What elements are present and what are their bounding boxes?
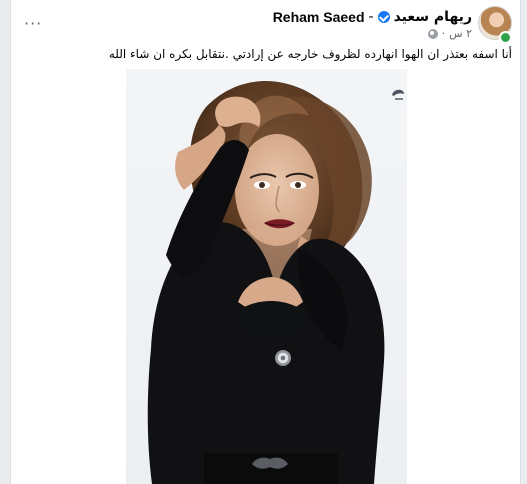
- portrait-photo: [126, 69, 407, 484]
- post-meta: ٢ س ·: [427, 27, 472, 40]
- post-timestamp[interactable]: ٢ س: [449, 27, 472, 40]
- watermark-logo-icon: [392, 89, 404, 100]
- author-name-line: ريهام سعيد - Reham Saeed: [273, 9, 472, 25]
- author-name-english[interactable]: Reham Saeed: [273, 9, 365, 25]
- name-separator: -: [368, 9, 374, 25]
- post-image[interactable]: [126, 69, 407, 484]
- meta-dot: ·: [441, 27, 446, 40]
- verified-badge-icon: [377, 11, 390, 23]
- more-options-icon[interactable]: ···: [24, 14, 42, 33]
- post-text: أنا اسفه بعتذر ان الهوا انهارده لظروف خا…: [108, 47, 512, 61]
- post-card: ريهام سعيد - Reham Saeed ٢ س · ··· أنا ا…: [10, 0, 521, 484]
- post-header: ريهام سعيد - Reham Saeed ٢ س · ···: [11, 0, 520, 44]
- online-status-dot: [499, 31, 512, 44]
- public-globe-icon: [427, 28, 438, 39]
- author-name-arabic[interactable]: ريهام سعيد: [394, 9, 472, 25]
